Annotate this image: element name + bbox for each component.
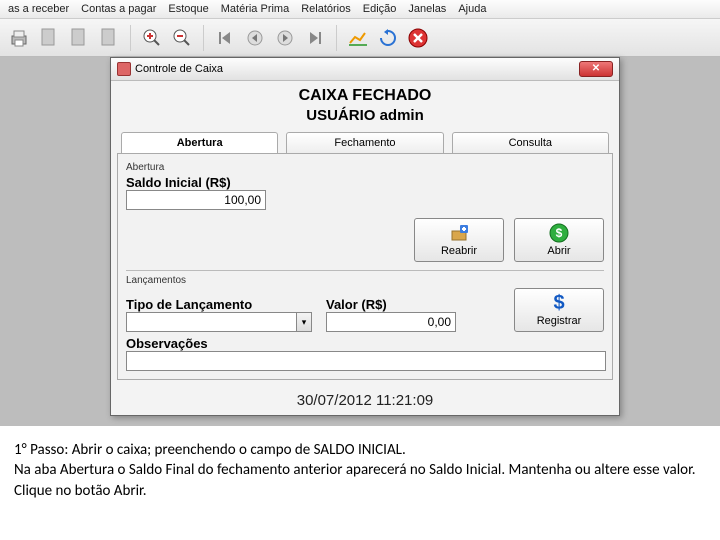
chart-icon[interactable]: [345, 25, 371, 51]
panel-abertura: Abertura Saldo Inicial (R$) Reabrir $ Ab…: [117, 153, 613, 380]
timestamp: 30/07/2012 11:21:09: [111, 386, 619, 415]
tab-fechamento[interactable]: Fechamento: [286, 132, 443, 153]
zoom-in-icon[interactable]: [139, 25, 165, 51]
nav-next-icon[interactable]: [272, 25, 298, 51]
menu-estoque[interactable]: Estoque: [168, 3, 208, 15]
saldo-inicial-label: Saldo Inicial (R$): [126, 175, 604, 190]
menu-ajuda[interactable]: Ajuda: [458, 3, 486, 15]
observacoes-input[interactable]: [126, 351, 606, 371]
dialog-icon: [117, 62, 131, 76]
doc3-icon[interactable]: [96, 25, 122, 51]
tipo-lancamento-label: Tipo de Lançamento: [126, 297, 312, 312]
group-abertura-label: Abertura: [126, 162, 604, 173]
nav-prev-icon[interactable]: [242, 25, 268, 51]
tab-consulta[interactable]: Consulta: [452, 132, 609, 153]
doc1-icon[interactable]: [36, 25, 62, 51]
dialog-controle-caixa: Controle de Caixa ✕ CAIXA FECHADO USUÁRI…: [110, 57, 620, 416]
valor-label: Valor (R$): [326, 297, 456, 312]
toolbar: [0, 19, 720, 57]
instruction-text: 1° Passo: Abrir o caixa; preenchendo o c…: [0, 426, 720, 501]
header-usuario: USUÁRIO admin: [111, 107, 619, 132]
zoom-out-icon[interactable]: [169, 25, 195, 51]
valor-input[interactable]: [326, 312, 456, 332]
abrir-button[interactable]: $ Abrir: [514, 218, 604, 262]
nav-last-icon[interactable]: [302, 25, 328, 51]
menubar: as a receber Contas a pagar Estoque Maté…: [0, 0, 720, 19]
saldo-inicial-input[interactable]: [126, 190, 266, 210]
nav-first-icon[interactable]: [212, 25, 238, 51]
dollar-green-icon: $: [549, 223, 569, 243]
svg-text:$: $: [553, 292, 564, 314]
printer-icon[interactable]: [6, 25, 32, 51]
menu-materia-prima[interactable]: Matéria Prima: [221, 3, 289, 15]
reabrir-button[interactable]: Reabrir: [414, 218, 504, 262]
group-lancamentos-label: Lançamentos: [126, 275, 604, 286]
menu-receber[interactable]: as a receber: [8, 3, 69, 15]
tipo-lancamento-input[interactable]: [126, 312, 296, 332]
stage: Controle de Caixa ✕ CAIXA FECHADO USUÁRI…: [0, 57, 720, 426]
box-plus-icon: [449, 223, 469, 243]
menu-janelas[interactable]: Janelas: [408, 3, 446, 15]
chevron-down-icon[interactable]: ▾: [296, 312, 312, 332]
abrir-label: Abrir: [547, 245, 570, 257]
menu-edicao[interactable]: Edição: [363, 3, 397, 15]
registrar-label: Registrar: [537, 315, 582, 327]
reabrir-label: Reabrir: [441, 245, 477, 257]
header-caixa-status: CAIXA FECHADO: [111, 81, 619, 107]
dialog-title: Controle de Caixa: [135, 63, 223, 75]
close-icon[interactable]: ✕: [579, 61, 613, 77]
svg-text:$: $: [556, 226, 563, 240]
observacoes-label: Observações: [126, 336, 604, 351]
close-red-icon[interactable]: [405, 25, 431, 51]
doc2-icon[interactable]: [66, 25, 92, 51]
tabs: Abertura Fechamento Consulta: [111, 132, 619, 153]
dialog-titlebar: Controle de Caixa ✕: [111, 58, 619, 81]
menu-relatorios[interactable]: Relatórios: [301, 3, 351, 15]
menu-contas-pagar[interactable]: Contas a pagar: [81, 3, 156, 15]
refresh-icon[interactable]: [375, 25, 401, 51]
registrar-button[interactable]: $ Registrar: [514, 288, 604, 332]
tab-abertura[interactable]: Abertura: [121, 132, 278, 153]
dollar-blue-icon: $: [549, 293, 569, 313]
